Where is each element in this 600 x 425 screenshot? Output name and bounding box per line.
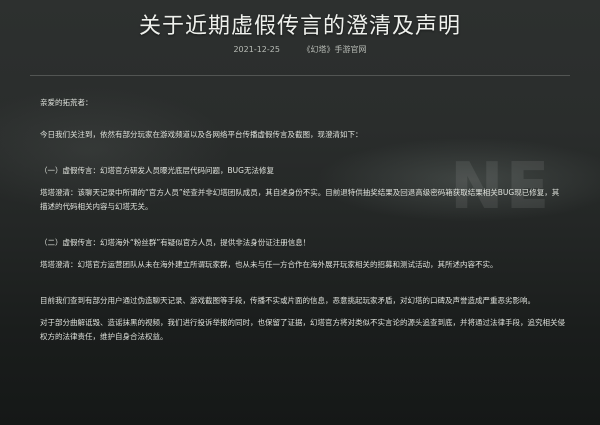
page-title: 关于近期虚假传言的澄清及声明 [138, 14, 461, 39]
article-meta: 2021-12-25 《幻塔》手游官网 [0, 44, 600, 55]
intro-paragraph: 今日我们关注到，依然有部分玩家在游戏频道以及各网络平台传播虚假传言及截图，现澄清… [40, 130, 363, 139]
statement-paragraph-1: 目前我们查到有部分用户通过伪造聊天记录、游戏截图等手段，传播不实或片面的信息，恶… [40, 296, 535, 305]
article-body: 亲爱的拓荒者： 今日我们关注到，依然有部分玩家在游戏频道以及各网络平台传播虚假传… [40, 96, 565, 344]
rumor-2-clarification: 塔塔澄清：幻塔官方运营团队从未在海外建立所谓玩家群，也从未与任一方合作在海外展开… [40, 260, 498, 269]
article-source: 《幻塔》手游官网 [302, 45, 367, 54]
rumor-2-heading: （二）虚假传言：幻塔海外“粉丝群”有疑似官方人员，提供非法身份证注册信息！ [40, 238, 311, 247]
rumor-1-heading: （一）虚假传言：幻塔官方研发人员曝光底层代码问题，BUG无法修复 [40, 166, 274, 175]
salutation: 亲爱的拓荒者： [40, 98, 93, 107]
header-divider [30, 75, 570, 76]
publish-date: 2021-12-25 [233, 45, 280, 54]
article-header: 关于近期虚假传言的澄清及声明 2021-12-25 《幻塔》手游官网 [0, 0, 600, 70]
statement-paragraph-2: 对于部分曲解诋毁、造谣抹黑的视频，我们进行投诉举报的同时，也保留了证据，幻塔官方… [40, 318, 565, 341]
rumor-1-clarification: 塔塔澄清：该聊天记录中所谓的“官方人员”经查并非幻塔团队成员，其自述身份不实。目… [40, 188, 560, 211]
